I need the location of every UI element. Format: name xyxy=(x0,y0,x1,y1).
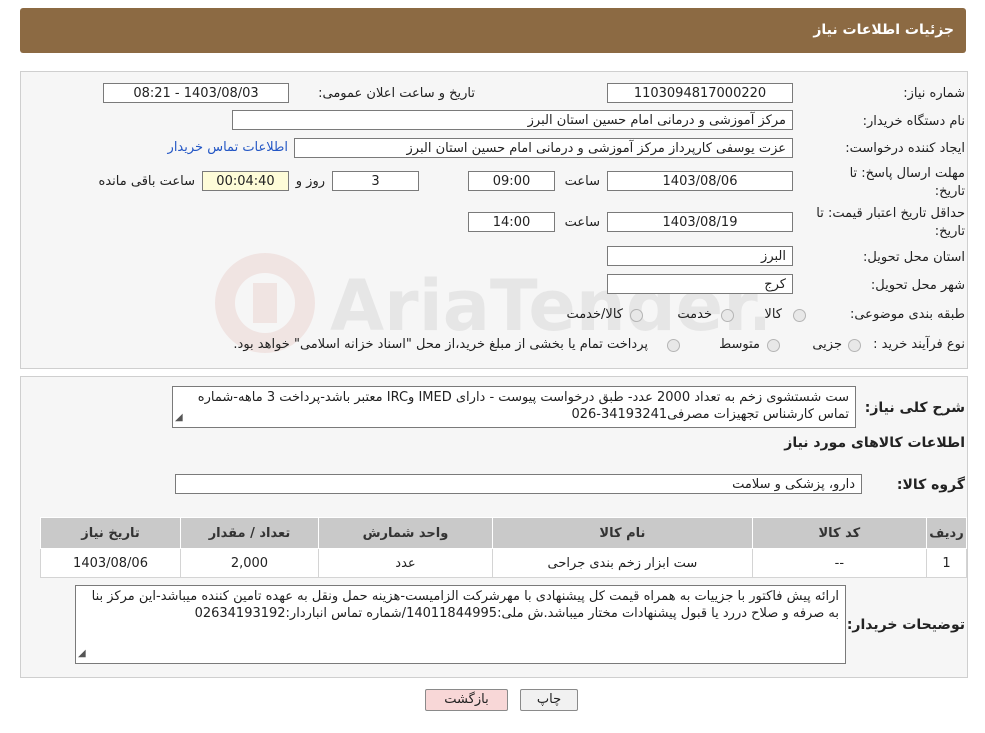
cell-quantity: 2,000 xyxy=(180,548,319,578)
need-number-field: 1103094817000220 xyxy=(607,83,793,103)
description-label: شرح کلی نیاز: xyxy=(864,400,965,416)
goods-table: ردیف کد کالا نام کالا واحد شمارش تعداد /… xyxy=(39,517,968,578)
col-code: کد کالا xyxy=(751,517,927,549)
validity-time-label: ساعت xyxy=(564,215,600,230)
city-label: شهر محل تحویل: xyxy=(870,278,965,293)
resize-grip-icon[interactable]: ◢ xyxy=(175,409,183,426)
remaining-label: ساعت باقی مانده xyxy=(98,174,195,189)
deadline-label: مهلت ارسال پاسخ: تا xyxy=(849,166,965,181)
buyer-org-label: نام دستگاه خریدار: xyxy=(862,114,965,129)
validity-date-field: 1403/08/19 xyxy=(607,212,793,232)
process-minor-label: جزیی xyxy=(812,337,842,352)
remaining-time-field: 00:04:40 xyxy=(202,171,289,191)
city-field: کرج xyxy=(607,274,793,294)
buyer-notes-text: ارائه پیش فاکتور با جزییات به همراه قیمت… xyxy=(91,589,839,621)
col-quantity: تعداد / مقدار xyxy=(180,517,319,549)
col-date: تاریخ نیاز xyxy=(39,517,182,549)
deadline-time-field: 09:00 xyxy=(468,171,555,191)
goods-group-label: گروه کالا: xyxy=(896,477,965,493)
cell-row: 1 xyxy=(925,548,968,578)
process-minor-radio[interactable] xyxy=(848,339,861,352)
cell-unit: عدد xyxy=(317,548,494,578)
cell-code: -- xyxy=(751,548,927,578)
announce-field: 1403/08/03 - 08:21 xyxy=(103,83,289,103)
category-goods-service-label: کالا/خدمت xyxy=(566,307,623,322)
page-title: جزئیات اطلاعات نیاز xyxy=(813,22,954,38)
buyer-notes-label: توضیحات خریدار: xyxy=(846,617,965,633)
category-service-label: خدمت xyxy=(677,307,712,322)
buyer-notes-textarea[interactable]: ارائه پیش فاکتور با جزییات به همراه قیمت… xyxy=(75,585,846,664)
deadline-date-field: 1403/08/06 xyxy=(607,171,793,191)
table-row: 1 -- ست ابزار زخم بندی جراحی عدد 2,000 1… xyxy=(39,548,968,578)
category-goods-radio[interactable] xyxy=(793,309,806,322)
province-label: استان محل تحویل: xyxy=(863,250,965,265)
days-label: روز و xyxy=(295,174,325,189)
process-label: نوع فرآیند خرید : xyxy=(873,337,965,352)
announce-label: تاریخ و ساعت اعلان عمومی: xyxy=(318,86,475,101)
cell-name: ست ابزار زخم بندی جراحی xyxy=(492,548,753,578)
category-goods-label: کالا xyxy=(764,307,782,322)
col-unit: واحد شمارش xyxy=(317,517,494,549)
creator-field: عزت یوسفی کارپرداز مرکز آموزشی و درمانی … xyxy=(294,138,793,158)
validity-label: حداقل تاریخ اعتبار قیمت: تا xyxy=(816,206,965,221)
validity-time-field: 14:00 xyxy=(468,212,555,232)
cell-date: 1403/08/06 xyxy=(39,548,182,578)
province-field: البرز xyxy=(607,246,793,266)
process-medium-label: متوسط xyxy=(719,337,760,352)
creator-label: ایجاد کننده درخواست: xyxy=(845,141,965,156)
print-button[interactable]: چاپ xyxy=(520,689,578,711)
contact-info-link[interactable]: اطلاعات تماس خریدار xyxy=(168,140,288,155)
goods-group-field: دارو، پزشکی و سلامت xyxy=(175,474,862,494)
process-medium-radio[interactable] xyxy=(767,339,780,352)
need-number-label: شماره نیاز: xyxy=(903,86,965,101)
description-textarea[interactable]: ست شستشوی زخم به تعداد 2000 عدد- طبق درخ… xyxy=(172,386,856,428)
deadline-time-label: ساعت xyxy=(564,174,600,189)
resize-grip-icon[interactable]: ◢ xyxy=(78,645,86,662)
buyer-org-field: مرکز آموزشی و درمانی امام حسین استان الب… xyxy=(232,110,793,130)
days-field: 3 xyxy=(332,171,419,191)
col-row: ردیف xyxy=(925,517,968,549)
goods-section-title: اطلاعات کالاهای مورد نیاز xyxy=(784,435,965,451)
page-header: جزئیات اطلاعات نیاز xyxy=(20,8,966,53)
category-goods-service-radio[interactable] xyxy=(630,309,643,322)
description-text: ست شستشوی زخم به تعداد 2000 عدد- طبق درخ… xyxy=(197,390,849,422)
deadline-label-2: تاریخ: xyxy=(934,184,965,199)
goods-table-header: ردیف کد کالا نام کالا واحد شمارش تعداد /… xyxy=(39,517,968,549)
category-service-radio[interactable] xyxy=(721,309,734,322)
category-label: طبقه بندی موضوعی: xyxy=(849,307,965,322)
back-button[interactable]: بازگشت xyxy=(425,689,508,711)
process-note: پرداخت تمام یا بخشی از مبلغ خرید،از محل … xyxy=(233,337,648,352)
validity-label-2: تاریخ: xyxy=(934,224,965,239)
process-treasury-checkbox[interactable] xyxy=(667,339,680,352)
col-name: نام کالا xyxy=(492,517,753,549)
